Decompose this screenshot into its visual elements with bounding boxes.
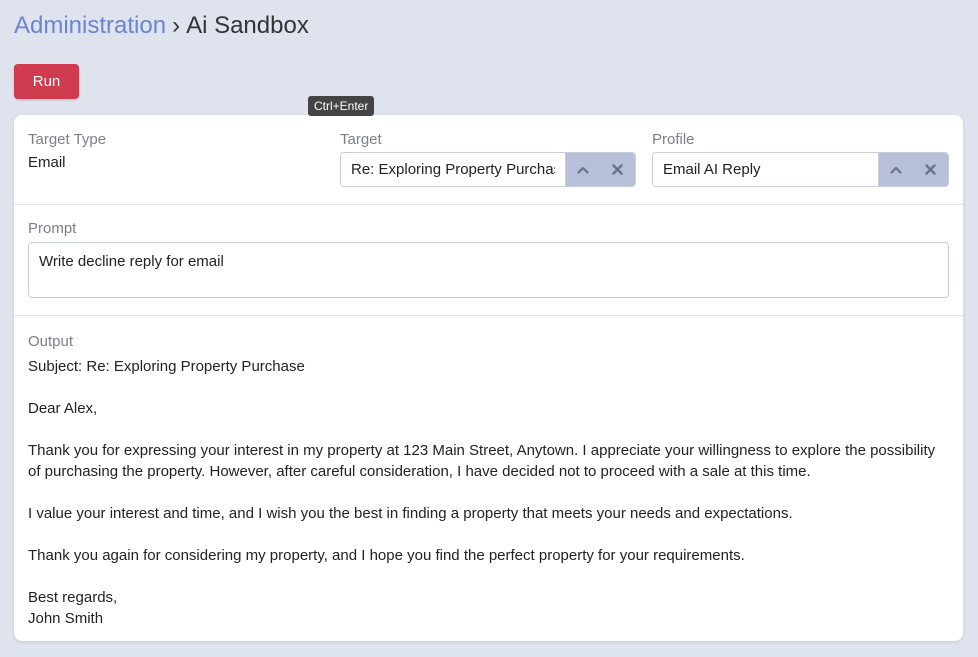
target-combo-buttons <box>565 153 635 186</box>
breadcrumb-separator: › <box>172 12 181 39</box>
output-paragraph-3: Thank you again for considering my prope… <box>28 547 745 564</box>
target-label: Target <box>340 131 382 148</box>
profile-input[interactable] <box>653 153 878 186</box>
prompt-section: Prompt Write decline reply for email <box>14 205 963 316</box>
output-paragraph-1: Thank you for expressing your interest i… <box>28 442 936 480</box>
prompt-label: Prompt <box>28 220 77 237</box>
run-button[interactable]: Run <box>14 64 79 99</box>
prompt-textarea[interactable]: Write decline reply for email <box>28 242 949 298</box>
output-closing: Best regards, <box>28 589 118 606</box>
target-input[interactable] <box>341 153 565 186</box>
profile-combo-buttons <box>878 153 948 186</box>
close-icon[interactable] <box>914 153 949 186</box>
breadcrumb: Administration › Ai Sandbox <box>14 10 309 42</box>
close-icon[interactable] <box>601 153 636 186</box>
page-title: Ai Sandbox <box>186 12 309 39</box>
output-subject: Subject: Re: Exploring Property Purchase <box>28 358 305 375</box>
profile-label: Profile <box>652 131 695 148</box>
output-text: Subject: Re: Exploring Property Purchase… <box>28 356 949 629</box>
output-signature: John Smith <box>28 610 104 627</box>
breadcrumb-link-administration[interactable]: Administration <box>14 12 166 39</box>
chevron-up-icon[interactable] <box>879 153 914 186</box>
target-combobox <box>340 152 636 187</box>
output-label: Output <box>28 333 74 350</box>
run-shortcut-tooltip: Ctrl+Enter <box>308 96 375 116</box>
output-paragraph-2: I value your interest and time, and I wi… <box>28 505 793 522</box>
profile-combobox <box>652 152 949 187</box>
output-section: Output Subject: Re: Exploring Property P… <box>14 316 963 641</box>
output-greeting: Dear Alex, <box>28 400 98 417</box>
target-type-label: Target Type <box>28 131 107 148</box>
chevron-up-icon[interactable] <box>566 153 601 186</box>
settings-section: Target Type Email Target Profile <box>14 115 963 205</box>
sandbox-card: Target Type Email Target Profile <box>14 115 963 641</box>
target-type-value: Email <box>28 154 66 171</box>
